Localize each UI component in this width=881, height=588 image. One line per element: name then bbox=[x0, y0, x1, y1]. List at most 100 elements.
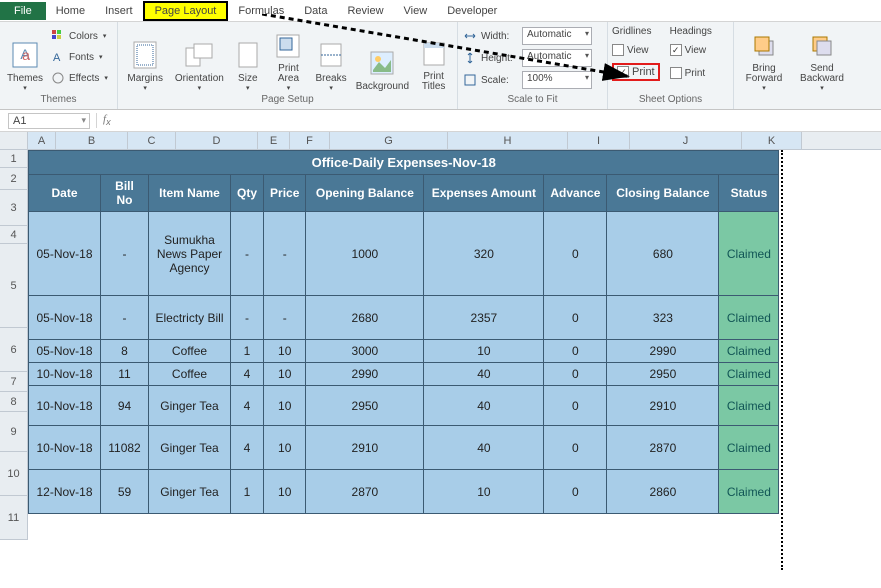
cell[interactable]: 10 bbox=[264, 363, 306, 386]
cell[interactable]: 12-Nov-18 bbox=[29, 470, 101, 514]
col-header-status[interactable]: Status bbox=[719, 175, 779, 212]
cell[interactable]: 10 bbox=[264, 340, 306, 363]
col-header-advance[interactable]: Advance bbox=[544, 175, 607, 212]
cell[interactable]: 2870 bbox=[306, 470, 424, 514]
cell[interactable]: 0 bbox=[544, 470, 607, 514]
col-header-bill-no[interactable]: Bill No bbox=[101, 175, 149, 212]
row-header-10[interactable]: 10 bbox=[0, 452, 28, 496]
cell[interactable]: 4 bbox=[231, 386, 264, 426]
cell[interactable]: Claimed bbox=[719, 212, 779, 296]
row-header-1[interactable]: 1 bbox=[0, 150, 28, 168]
print-titles-button[interactable]: Print Titles bbox=[414, 26, 453, 92]
cell[interactable]: Electricty Bill bbox=[149, 296, 231, 340]
col-header-B[interactable]: B bbox=[56, 132, 128, 149]
col-header-I[interactable]: I bbox=[568, 132, 630, 149]
cell[interactable]: 2990 bbox=[607, 340, 719, 363]
gridlines-print-check[interactable]: Print bbox=[612, 63, 660, 81]
col-header-date[interactable]: Date bbox=[29, 175, 101, 212]
tab-review[interactable]: Review bbox=[337, 2, 393, 20]
cell[interactable]: 320 bbox=[424, 212, 544, 296]
cell[interactable]: 0 bbox=[544, 212, 607, 296]
cell[interactable]: 94 bbox=[101, 386, 149, 426]
row-header-5[interactable]: 5 bbox=[0, 244, 28, 328]
orientation-button[interactable]: Orientation▾ bbox=[172, 26, 226, 92]
col-header-H[interactable]: H bbox=[448, 132, 568, 149]
name-box[interactable]: A1 bbox=[8, 113, 90, 129]
cell[interactable]: Claimed bbox=[719, 363, 779, 386]
cell[interactable]: 2680 bbox=[306, 296, 424, 340]
cell[interactable]: 10 bbox=[264, 426, 306, 470]
headings-print-check[interactable]: Print bbox=[670, 63, 712, 83]
headings-view-check[interactable]: View bbox=[670, 40, 712, 60]
cell[interactable]: 1 bbox=[231, 340, 264, 363]
tab-developer[interactable]: Developer bbox=[437, 2, 507, 20]
cell[interactable]: Coffee bbox=[149, 340, 231, 363]
cell[interactable]: 323 bbox=[607, 296, 719, 340]
row-header-7[interactable]: 7 bbox=[0, 372, 28, 392]
width-combo[interactable]: Automatic bbox=[522, 27, 592, 45]
col-header-C[interactable]: C bbox=[128, 132, 176, 149]
cell[interactable]: Claimed bbox=[719, 470, 779, 514]
row-header-6[interactable]: 6 bbox=[0, 328, 28, 372]
row-header-3[interactable]: 3 bbox=[0, 190, 28, 226]
cell[interactable]: - bbox=[101, 296, 149, 340]
cell[interactable]: 2910 bbox=[607, 386, 719, 426]
cell[interactable]: 10 bbox=[424, 340, 544, 363]
cell[interactable]: - bbox=[264, 212, 306, 296]
col-header-K[interactable]: K bbox=[742, 132, 802, 149]
cell[interactable]: 4 bbox=[231, 426, 264, 470]
col-header-J[interactable]: J bbox=[630, 132, 742, 149]
tab-view[interactable]: View bbox=[394, 2, 438, 20]
col-header-F[interactable]: F bbox=[290, 132, 330, 149]
cell[interactable]: Sumukha News Paper Agency bbox=[149, 212, 231, 296]
effects-button[interactable]: Effects▾ bbox=[50, 68, 108, 88]
cell[interactable]: Claimed bbox=[719, 296, 779, 340]
margins-button[interactable]: Margins▾ bbox=[122, 26, 168, 92]
col-header-opening-balance[interactable]: Opening Balance bbox=[306, 175, 424, 212]
print-area-button[interactable]: Print Area▾ bbox=[269, 26, 308, 92]
select-all-corner[interactable] bbox=[0, 132, 28, 149]
cell[interactable]: - bbox=[231, 212, 264, 296]
cell[interactable]: 11082 bbox=[101, 426, 149, 470]
cell[interactable]: - bbox=[231, 296, 264, 340]
cell[interactable]: Ginger Tea bbox=[149, 470, 231, 514]
cell[interactable]: 2870 bbox=[607, 426, 719, 470]
cell[interactable]: 40 bbox=[424, 426, 544, 470]
cell[interactable]: 0 bbox=[544, 426, 607, 470]
cell[interactable]: 0 bbox=[544, 340, 607, 363]
cell[interactable]: 05-Nov-18 bbox=[29, 340, 101, 363]
cell[interactable]: 8 bbox=[101, 340, 149, 363]
cell[interactable]: 05-Nov-18 bbox=[29, 296, 101, 340]
cell[interactable]: 10-Nov-18 bbox=[29, 426, 101, 470]
cell[interactable]: 4 bbox=[231, 363, 264, 386]
col-header-A[interactable]: A bbox=[28, 132, 56, 149]
tab-file[interactable]: File bbox=[0, 2, 46, 20]
cell[interactable]: Ginger Tea bbox=[149, 386, 231, 426]
cell[interactable]: 2910 bbox=[306, 426, 424, 470]
fx-icon[interactable]: fx bbox=[96, 113, 117, 127]
cell[interactable]: - bbox=[101, 212, 149, 296]
breaks-button[interactable]: Breaks▾ bbox=[312, 26, 351, 92]
row-header-4[interactable]: 4 bbox=[0, 226, 28, 244]
tab-data[interactable]: Data bbox=[294, 2, 337, 20]
cell[interactable]: 10-Nov-18 bbox=[29, 363, 101, 386]
row-header-2[interactable]: 2 bbox=[0, 168, 28, 190]
cell[interactable]: 10 bbox=[264, 386, 306, 426]
cell[interactable]: 1000 bbox=[306, 212, 424, 296]
col-header-item-name[interactable]: Item Name bbox=[149, 175, 231, 212]
fonts-button[interactable]: A Fonts▾ bbox=[50, 47, 108, 67]
cell[interactable]: 10-Nov-18 bbox=[29, 386, 101, 426]
bring-forward-button[interactable]: Bring Forward▾ bbox=[738, 26, 790, 92]
col-header-expenses-amount[interactable]: Expenses Amount bbox=[424, 175, 544, 212]
cell[interactable]: 3000 bbox=[306, 340, 424, 363]
scale-combo[interactable]: 100% bbox=[522, 71, 592, 89]
cell[interactable]: 0 bbox=[544, 363, 607, 386]
row-header-11[interactable]: 11 bbox=[0, 496, 28, 540]
row-header-8[interactable]: 8 bbox=[0, 392, 28, 412]
cell[interactable]: - bbox=[264, 296, 306, 340]
gridlines-view-check[interactable]: View bbox=[612, 40, 660, 60]
cell[interactable]: Coffee bbox=[149, 363, 231, 386]
row-header-9[interactable]: 9 bbox=[0, 412, 28, 452]
col-header-D[interactable]: D bbox=[176, 132, 258, 149]
cell[interactable]: 2860 bbox=[607, 470, 719, 514]
